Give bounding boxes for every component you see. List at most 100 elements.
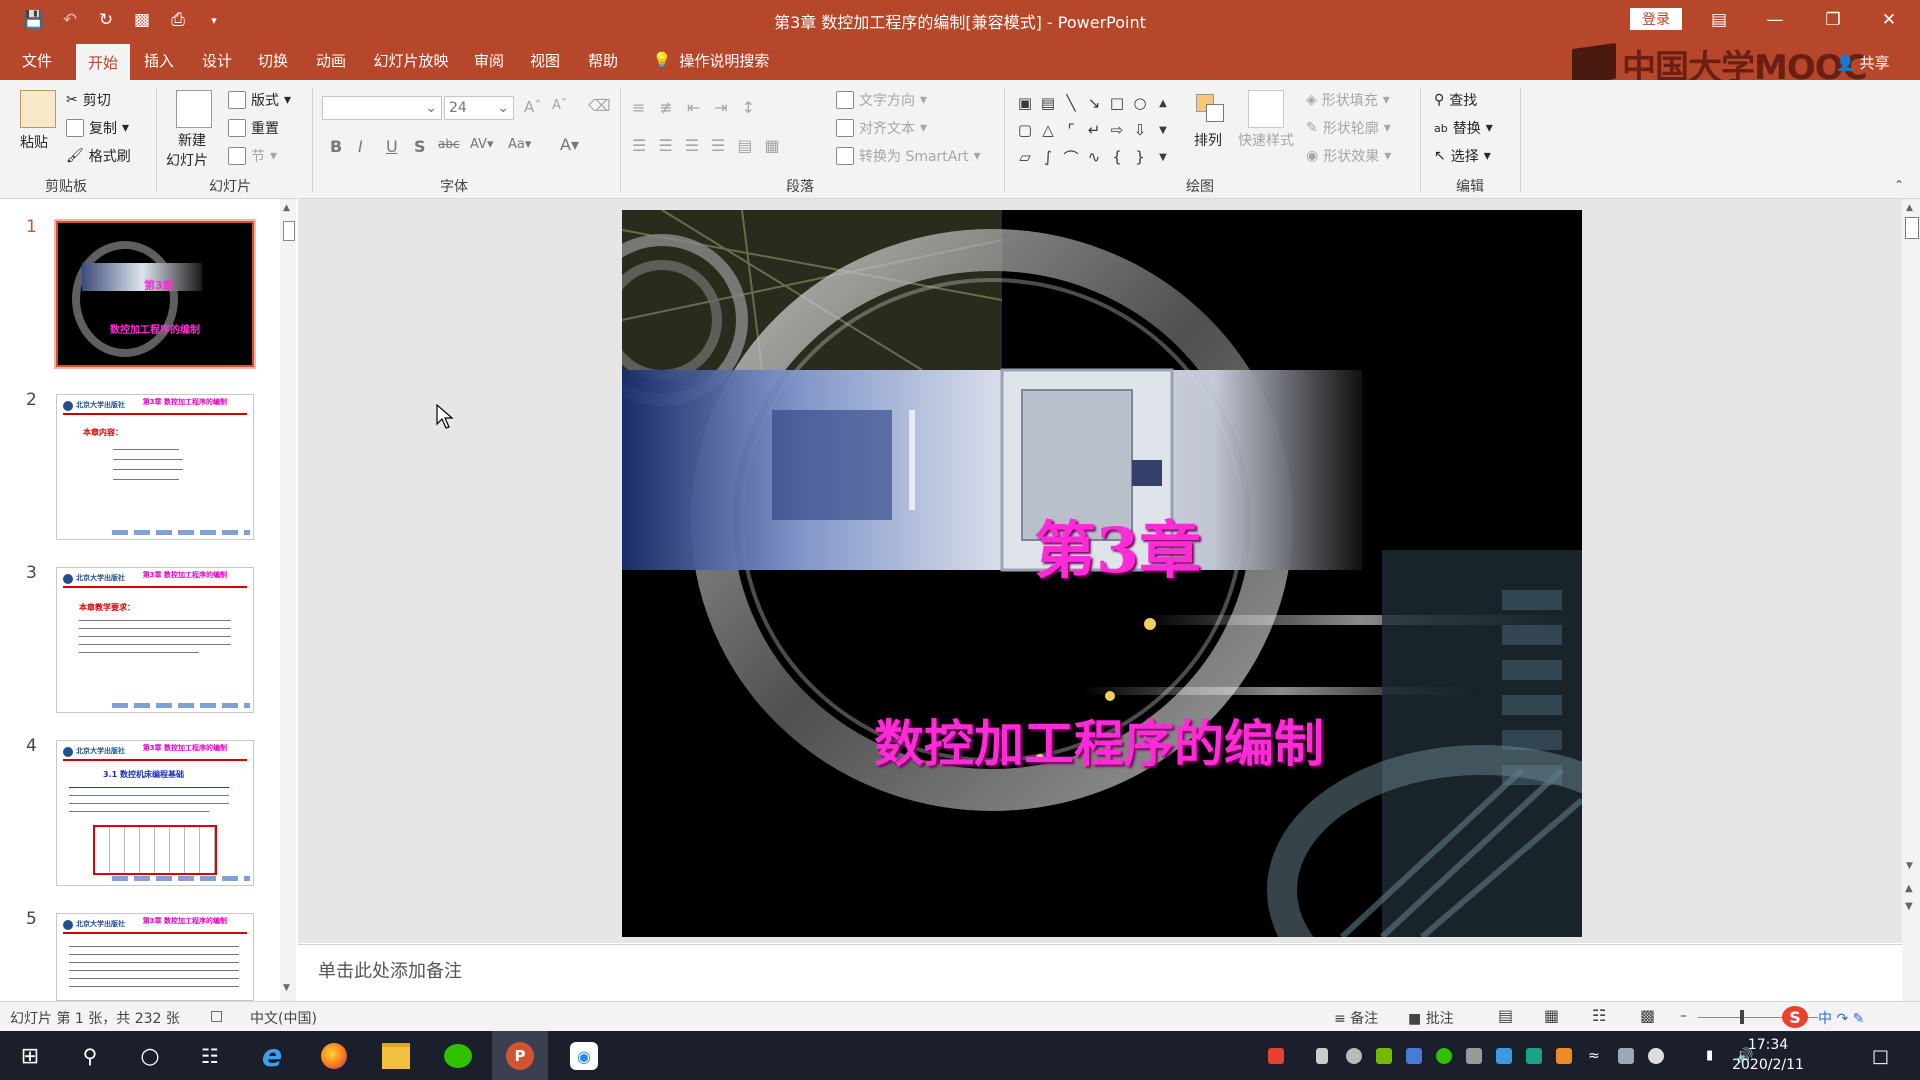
wifi-icon[interactable]: ≈ xyxy=(1588,1048,1604,1064)
thumbnail-slide-4[interactable]: 北京大学出版社 第3章 数控加工程序的编制 3.1 数控机床编程基础 xyxy=(56,740,254,886)
align-right-icon[interactable]: ☰ xyxy=(685,136,699,155)
oval-shape-icon[interactable]: ○ xyxy=(1129,92,1151,114)
scroll-up-icon[interactable]: ▲ xyxy=(1906,203,1913,213)
justify-icon[interactable]: ☰ xyxy=(711,136,725,155)
zoom-out-icon[interactable]: – xyxy=(1680,1008,1687,1024)
bookmark-tray-icon[interactable] xyxy=(1316,1048,1328,1064)
update-tray-icon[interactable] xyxy=(1556,1048,1572,1064)
cortana-icon[interactable]: ○ xyxy=(134,1040,166,1072)
tell-me-search[interactable]: 💡 操作说明搜索 xyxy=(646,40,776,80)
decrease-indent-icon[interactable]: ⇤ xyxy=(687,98,700,117)
close-button[interactable]: ✕ xyxy=(1866,4,1912,36)
new-slide-label[interactable]: 新建 xyxy=(178,130,206,150)
slideshow-view-icon[interactable]: ▩ xyxy=(1640,1006,1655,1025)
task-view-icon[interactable]: ☷ xyxy=(194,1040,226,1072)
select-button[interactable]: ↖ 选择 ▾ xyxy=(1434,146,1491,166)
font-name-combo[interactable]: ⌄ xyxy=(322,96,442,120)
accessibility-icon[interactable]: □ xyxy=(210,1008,223,1024)
tab-help[interactable]: 帮助 xyxy=(580,40,626,80)
paste-button[interactable]: 粘贴 xyxy=(20,132,48,152)
next-slide-icon[interactable]: ▼ xyxy=(1905,901,1913,912)
battery-icon[interactable]: ▮ xyxy=(1706,1048,1722,1064)
thumbnail-slide-2[interactable]: 北京大学出版社 第3章 数控加工程序的编制 本章内容： xyxy=(56,394,254,540)
curve-icon[interactable]: ∿ xyxy=(1083,146,1105,168)
shrink-font-button[interactable]: Aˇ xyxy=(552,98,567,113)
textbox-shape-icon[interactable]: ▣ xyxy=(1014,92,1036,114)
tab-file[interactable]: 文件 xyxy=(8,40,66,80)
convert-smartart-button[interactable]: 转换为 SmartArt ▾ xyxy=(836,146,981,166)
tab-design[interactable]: 设计 xyxy=(194,40,240,80)
notes-pane[interactable]: 单击此处添加备注 xyxy=(298,944,1902,1002)
editor-scrollbar[interactable]: ▲ ▼ ▲ ▼ xyxy=(1902,199,1920,1001)
login-button[interactable]: 登录 xyxy=(1630,8,1682,30)
security-shield-icon[interactable] xyxy=(1406,1048,1422,1064)
columns-icon[interactable]: ▦ xyxy=(765,136,780,155)
change-case-button[interactable]: Aa▾ xyxy=(508,137,531,152)
increase-indent-icon[interactable]: ⇥ xyxy=(714,98,727,117)
wechat-tray-icon[interactable] xyxy=(1648,1048,1664,1064)
shape-outline-button[interactable]: ✎ 形状轮廓 ▾ xyxy=(1306,118,1391,138)
tab-insert[interactable]: 插入 xyxy=(136,40,182,80)
tab-animations[interactable]: 动画 xyxy=(308,40,354,80)
thumbnail-scrollbar[interactable]: ▲ ▼ xyxy=(280,199,296,1001)
comments-toggle[interactable]: ■ 批注 xyxy=(1408,1008,1454,1028)
slide-sorter-icon[interactable]: ▦ xyxy=(1544,1006,1559,1025)
slide-counter[interactable]: 幻灯片 第 1 张，共 232 张 xyxy=(10,1008,180,1028)
bold-button[interactable]: B xyxy=(330,137,342,156)
restore-button[interactable]: ❐ xyxy=(1810,4,1856,36)
find-button[interactable]: ⚲ 查找 xyxy=(1434,90,1477,110)
shape-fill-button[interactable]: ◈ 形状填充 ▾ xyxy=(1306,90,1390,110)
sogou-tray-icon[interactable] xyxy=(1268,1048,1284,1064)
elbow-arrow-icon[interactable]: ↵ xyxy=(1083,119,1105,141)
slide-chapter-text[interactable]: 第3章 xyxy=(1034,500,1201,590)
scribble-icon[interactable]: ∫ xyxy=(1037,146,1059,168)
cloud-tray-icon[interactable] xyxy=(1496,1048,1512,1064)
replace-button[interactable]: ab 替换 ▾ xyxy=(1434,118,1493,138)
elbow-connector-icon[interactable]: ⌜ xyxy=(1060,119,1082,141)
notification-center-icon[interactable]: □ xyxy=(1872,1046,1889,1067)
tab-slideshow[interactable]: 幻灯片放映 xyxy=(368,40,454,80)
arc-icon[interactable]: ⌒ xyxy=(1060,146,1082,168)
tab-view[interactable]: 视图 xyxy=(522,40,568,80)
align-left-icon[interactable]: ☰ xyxy=(632,136,646,155)
collapse-ribbon-icon[interactable]: ⌃ xyxy=(1894,178,1904,192)
text-direction-button[interactable]: 文字方向 ▾ xyxy=(836,90,927,110)
nvidia-tray-icon[interactable] xyxy=(1376,1048,1392,1064)
numbering-icon[interactable]: ≢ xyxy=(659,98,672,117)
freeform-icon[interactable]: ▱ xyxy=(1014,146,1036,168)
tab-home[interactable]: 开始 xyxy=(76,44,130,80)
arrange-button[interactable]: 排列 xyxy=(1194,130,1222,150)
chrome-tray-icon[interactable] xyxy=(1346,1048,1362,1064)
new-slide-label-2[interactable]: 幻灯片 xyxy=(166,150,208,170)
gallery-more-icon[interactable]: ▼ xyxy=(1152,146,1174,168)
thumbnail-slide-3[interactable]: 北京大学出版社 第3章 数控加工程序的编制 本章教学要求： xyxy=(56,567,254,713)
sogou-ime-icon[interactable]: S xyxy=(1782,1006,1808,1028)
distributed-icon[interactable]: ▤ xyxy=(737,136,752,155)
italic-button[interactable]: I xyxy=(358,137,363,156)
file-explorer-icon[interactable] xyxy=(380,1040,412,1072)
notes-placeholder[interactable]: 单击此处添加备注 xyxy=(318,957,462,983)
quick-styles-icon[interactable] xyxy=(1248,90,1284,128)
reading-view-icon[interactable]: ☷ xyxy=(1592,1006,1606,1025)
rectangle-shape-icon[interactable]: □ xyxy=(1106,92,1128,114)
cloud-drive-icon[interactable]: ◉ xyxy=(568,1040,600,1072)
right-arrow-shape-icon[interactable]: ⇨ xyxy=(1106,119,1128,141)
triangle-shape-icon[interactable]: △ xyxy=(1037,119,1059,141)
gallery-up-icon[interactable]: ▲ xyxy=(1152,92,1174,114)
internet-explorer-icon[interactable]: e xyxy=(256,1039,288,1074)
slide-title-text[interactable]: 数控加工程序的编制 xyxy=(874,704,1324,776)
strikethrough-button[interactable]: abc xyxy=(438,137,460,151)
tab-transitions[interactable]: 切换 xyxy=(250,40,296,80)
section-button[interactable]: 节 ▾ xyxy=(228,146,277,166)
current-slide[interactable]: 第3章 数控加工程序的编制 xyxy=(622,210,1582,937)
quick-styles-button[interactable]: 快速样式 xyxy=(1238,130,1294,150)
vertical-textbox-icon[interactable]: ▤ xyxy=(1037,92,1059,114)
scroll-up-icon[interactable]: ▲ xyxy=(283,203,290,213)
normal-view-icon[interactable]: ▤ xyxy=(1498,1006,1513,1025)
left-brace-icon[interactable]: { xyxy=(1106,146,1128,168)
firefox-icon[interactable] xyxy=(318,1040,350,1072)
layout-button[interactable]: 版式 ▾ xyxy=(228,90,291,110)
taskbar-clock[interactable]: 17:34 2020/2/11 xyxy=(1728,1035,1808,1075)
zoom-slider-thumb[interactable] xyxy=(1740,1010,1744,1024)
language-indicator[interactable]: 中文(中国) xyxy=(250,1008,317,1028)
